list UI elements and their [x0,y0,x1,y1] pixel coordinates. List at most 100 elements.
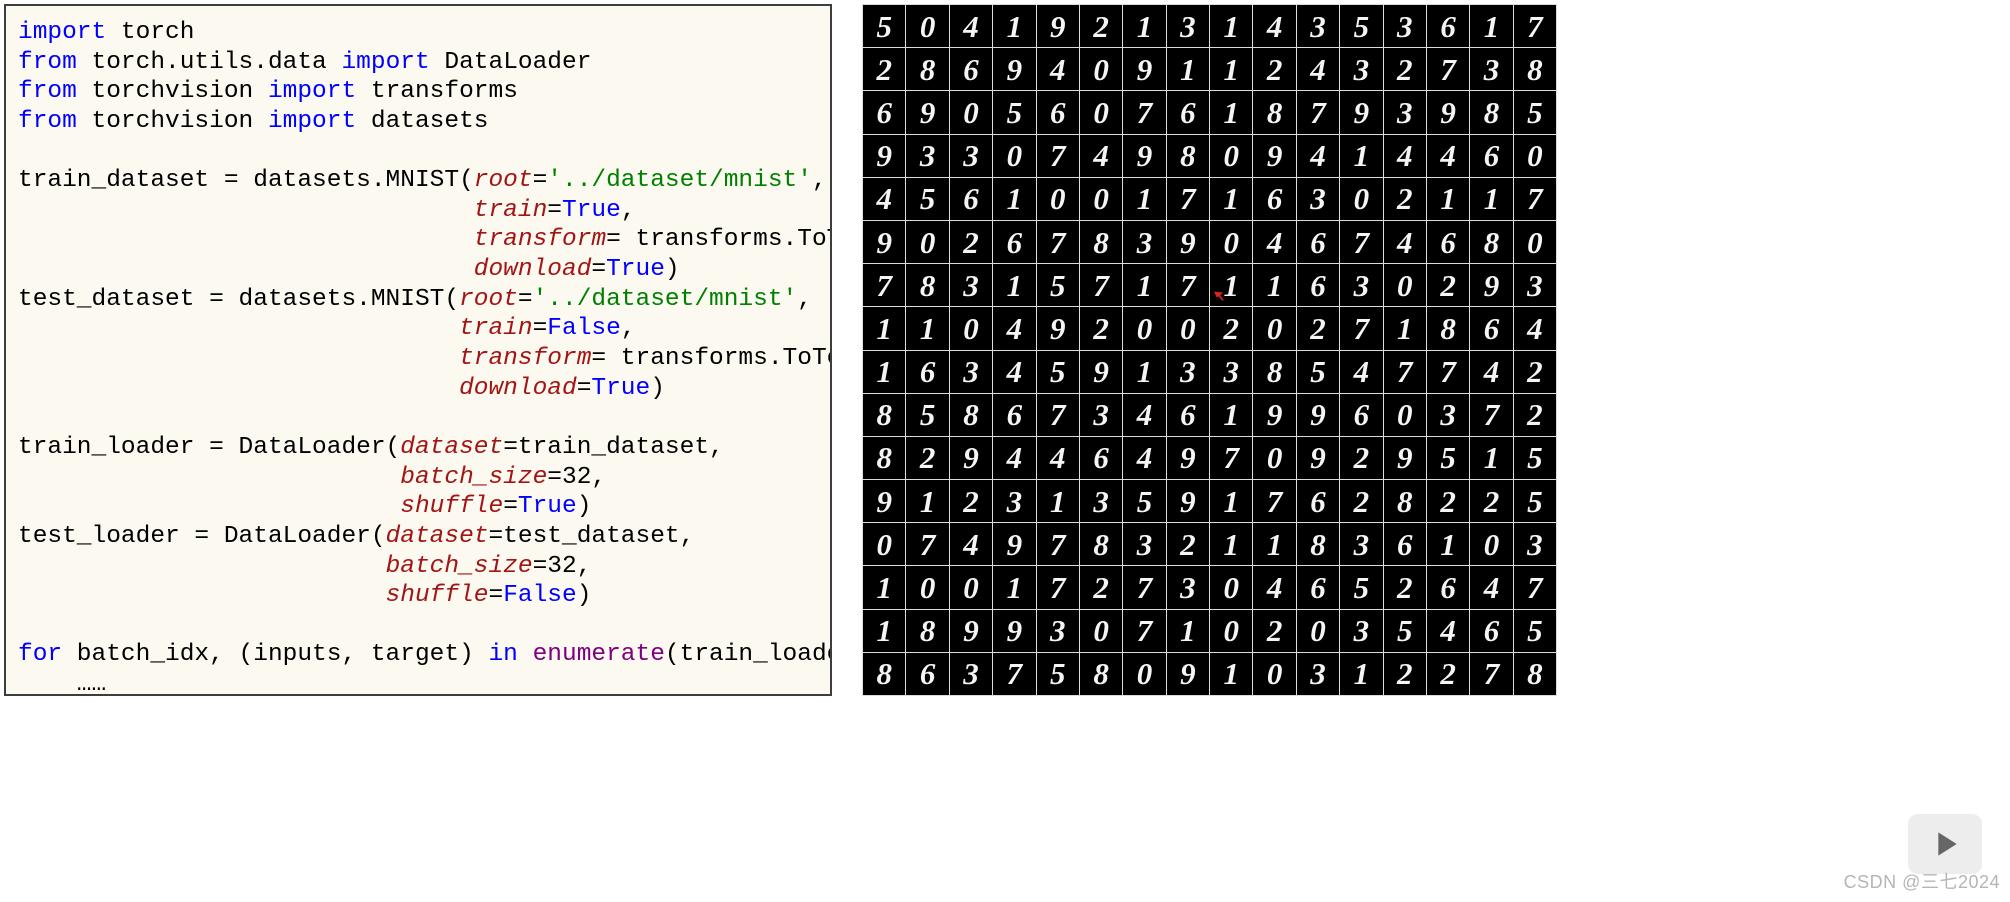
mnist-digit-cell: 8 [1514,48,1556,90]
mnist-digit-cell: 4 [1123,437,1165,479]
mnist-digit-cell: 3 [950,653,992,695]
mnist-digit-cell: 7 [1123,566,1165,608]
mnist-digit-cell: 3 [950,351,992,393]
mnist-digit-cell: 8 [863,394,905,436]
code-token: transforms [356,78,518,105]
mnist-digit-cell: 4 [1384,135,1426,177]
mnist-digit-cell: 7 [1123,610,1165,652]
code-token: batch_idx, (inputs, target) [62,641,488,668]
mnist-digit-cell: 2 [1427,480,1469,522]
video-play-overlay[interactable] [1908,814,1982,874]
mnist-digit-cell: 0 [1080,48,1122,90]
mnist-digit-cell: 2 [863,48,905,90]
mnist-digit-cell: 1 [1427,523,1469,565]
mnist-digit-cell: 7 [993,653,1035,695]
mnist-digit-cell: 0 [1080,178,1122,220]
mnist-digit-cell: 1 [863,610,905,652]
mnist-digit-cell: 6 [950,178,992,220]
code-token: =32, [533,553,592,580]
mnist-digit-cell: 1 [1123,351,1165,393]
mnist-digit-cell: 9 [906,91,948,133]
mnist-digit-cell: 3 [1167,566,1209,608]
mnist-digit-cell: 5 [906,394,948,436]
mnist-digit-cell: 0 [1470,523,1512,565]
mnist-digit-cell: 2 [950,221,992,263]
mnist-digit-cell: 5 [1514,610,1556,652]
mnist-digit-cell: 5 [1037,653,1079,695]
code-token: torch.utils.data [77,49,342,76]
code-line: download=True) [18,255,818,285]
code-token [18,345,459,372]
mnist-digit-cell: 4 [1470,351,1512,393]
mnist-digit-cell: 6 [1427,566,1469,608]
mnist-digit-cell: 5 [1340,566,1382,608]
code-token: dataset [400,434,503,461]
mnist-digit-cell: 9 [863,135,905,177]
mnist-digit-cell: 3 [1470,48,1512,90]
mnist-digit-cell: 7 [1470,394,1512,436]
mnist-digit-cell: 1 [1210,178,1252,220]
code-token: , [797,286,812,313]
mnist-digit-cell: 9 [950,610,992,652]
mnist-digit-cell: 0 [1253,653,1295,695]
mnist-digit-cell: 6 [1080,437,1122,479]
mnist-digit-cell: 7 [1427,351,1469,393]
mnist-digit-cell: 5 [1514,480,1556,522]
code-line: from torchvision import datasets [18,107,818,137]
code-line: test_loader = DataLoader(dataset=test_da… [18,522,818,552]
mnist-digit-cell: 5 [1514,437,1556,479]
code-token: = [591,256,606,283]
mnist-digit-cell: 9 [1123,48,1165,90]
mnist-digit-cell: 4 [993,307,1035,349]
mnist-digit-cell: 8 [1470,221,1512,263]
mnist-digit-cell: 9 [1037,307,1079,349]
mnist-digit-cell: 1 [1470,437,1512,479]
mnist-digit-cell: 1 [1340,135,1382,177]
mnist-digit-cell: 3 [950,135,992,177]
mnist-digit-cell: 3 [1384,5,1426,47]
mnist-digit-cell: 4 [1340,351,1382,393]
mnist-digit-cell: 2 [1384,48,1426,90]
mnist-digit-cell: 2 [1210,307,1252,349]
mnist-digit-cell: 5 [1384,610,1426,652]
code-token [18,582,386,609]
mnist-digit-cell: 7 [1210,437,1252,479]
mnist-digit-cell: 0 [1210,221,1252,263]
code-token [18,197,474,224]
code-token: batch_size [386,553,533,580]
code-token [518,641,533,668]
mnist-digit-cell: 2 [1253,48,1295,90]
mnist-digit-cell: 1 [993,566,1035,608]
play-icon [1925,824,1965,864]
mnist-digit-cell: 0 [1340,178,1382,220]
mnist-digit-cell: 9 [863,221,905,263]
code-token: in [488,641,517,668]
mnist-digit-cell: 1 [1210,394,1252,436]
code-line [18,611,818,641]
mnist-digit-cell: 9 [1167,480,1209,522]
mnist-digit-cell: 4 [1037,437,1079,479]
mnist-digit-cell: 1 [1210,523,1252,565]
mnist-digit-cell: 6 [993,221,1035,263]
mnist-digit-cell: 6 [1470,307,1512,349]
mnist-digit-cell: 3 [1123,221,1165,263]
mnist-digit-cell: 7 [1123,91,1165,133]
mnist-digit-cell: 2 [1080,566,1122,608]
mnist-digit-cell: 0 [1037,178,1079,220]
mnist-digit-cell: 2 [1514,351,1556,393]
code-token [18,493,400,520]
mnist-digit-cell: 1 [1210,480,1252,522]
mnist-digit-cell: 9 [863,480,905,522]
code-token: train_dataset = datasets.MNIST( [18,167,474,194]
mnist-digit-cell: 1 [863,307,905,349]
watermark-text: CSDN @三七2024 [1844,868,2000,894]
mnist-digit-cell: 6 [1297,480,1339,522]
mnist-digit-cell: 4 [993,351,1035,393]
mnist-digit-cell: 2 [1340,480,1382,522]
mnist-digit-cell: 8 [906,610,948,652]
code-token: True [562,197,621,224]
code-token: …… [18,671,106,696]
mnist-digit-cell: 9 [1253,394,1295,436]
mnist-digit-cell: 7 [1514,566,1556,608]
mnist-digit-cell: 7 [1037,135,1079,177]
